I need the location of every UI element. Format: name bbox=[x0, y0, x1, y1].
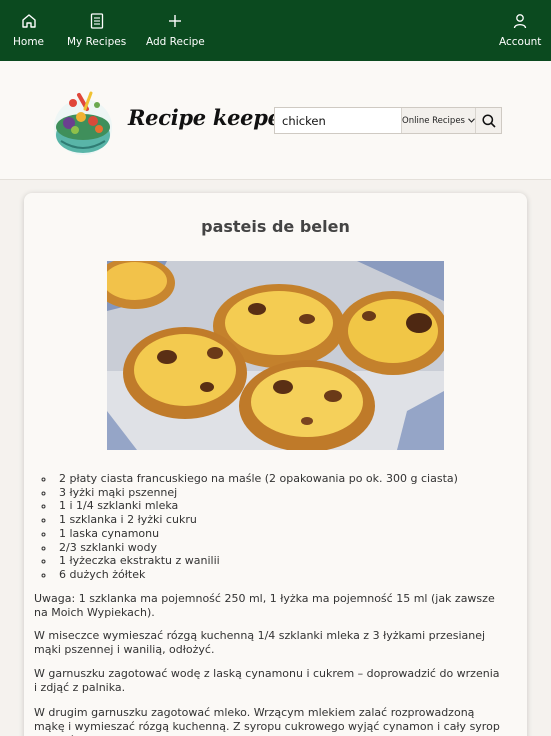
source-select-value: Online Recipes bbox=[402, 115, 465, 126]
instruction-paragraph: W garnuszku zagotować wodę z laską cynam… bbox=[34, 667, 500, 694]
ingredient-item: 2/3 szklanki wody bbox=[55, 541, 458, 555]
recipe-card: pasteis de belen ◦ 2 płaty ciasta francu… bbox=[24, 193, 527, 736]
nav-account[interactable]: Account bbox=[499, 12, 541, 48]
user-icon bbox=[511, 12, 529, 30]
recipe-title: pasteis de belen bbox=[201, 217, 350, 236]
brand-title: Recipe keeper bbox=[128, 105, 292, 130]
recipe-photo bbox=[107, 261, 444, 450]
instruction-paragraph: W miseczce wymieszać rózgą kuchenną 1/4 … bbox=[34, 629, 486, 656]
search-bar: Online Recipes bbox=[274, 107, 502, 134]
site-header: Recipe keeper Online Recipes bbox=[0, 61, 551, 180]
ingredient-item: 6 dużych żółtek bbox=[55, 568, 458, 582]
nav-home[interactable]: Home bbox=[13, 12, 44, 48]
source-select[interactable]: Online Recipes bbox=[401, 108, 475, 133]
chevron-down-icon bbox=[468, 118, 475, 123]
search-input[interactable] bbox=[275, 108, 401, 133]
nav-account-label: Account bbox=[499, 36, 542, 48]
book-icon bbox=[88, 12, 106, 30]
plus-icon bbox=[166, 12, 184, 30]
instruction-paragraph: W drugim garnuszku zagotować mleko. Wrzą… bbox=[34, 706, 500, 736]
ingredient-item: 1 laska cynamonu bbox=[55, 527, 458, 541]
nav-home-label: Home bbox=[13, 36, 45, 48]
search-icon bbox=[481, 113, 496, 128]
nav-my-recipes-label: My Recipes bbox=[67, 36, 127, 48]
search-button[interactable] bbox=[475, 108, 501, 133]
ingredient-item: 1 łyżeczka ekstraktu z wanilii bbox=[55, 554, 458, 568]
ingredients-list: 2 płaty ciasta francuskiego na maśle (2 … bbox=[55, 472, 458, 582]
ingredient-item: 1 i 1/4 szklanki mleka bbox=[55, 499, 458, 513]
top-navbar: Home My Recipes Add Recipe Account bbox=[0, 0, 551, 61]
nav-add-recipe[interactable]: Add Recipe bbox=[146, 12, 205, 48]
instruction-paragraph: Uwaga: 1 szklanka ma pojemność 250 ml, 1… bbox=[34, 592, 495, 619]
recipe-keeper-logo[interactable] bbox=[51, 83, 115, 157]
nav-my-recipes[interactable]: My Recipes bbox=[67, 12, 126, 48]
ingredient-item: 3 łyżki mąki pszennej bbox=[55, 486, 458, 500]
ingredient-item: 1 szklanka i 2 łyżki cukru bbox=[55, 513, 458, 527]
home-icon bbox=[20, 12, 38, 30]
nav-add-recipe-label: Add Recipe bbox=[146, 36, 205, 48]
ingredient-item: 2 płaty ciasta francuskiego na maśle (2 … bbox=[55, 472, 458, 486]
